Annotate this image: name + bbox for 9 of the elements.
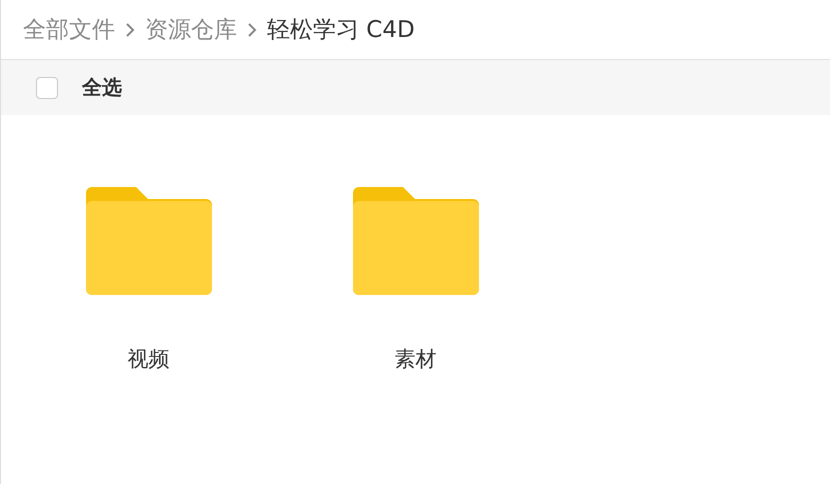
chevron-right-icon — [125, 22, 135, 38]
folder-name[interactable]: 素材 — [394, 345, 436, 373]
chevron-right-icon — [247, 22, 257, 38]
breadcrumb-link[interactable]: 轻松学习 C4D — [267, 14, 415, 45]
folder-icon[interactable] — [86, 187, 212, 295]
folder-name[interactable]: 视频 — [128, 345, 170, 373]
checkbox[interactable] — [36, 76, 58, 98]
folder-icon[interactable] — [352, 187, 478, 295]
select-all-label: 全选 — [82, 74, 122, 101]
